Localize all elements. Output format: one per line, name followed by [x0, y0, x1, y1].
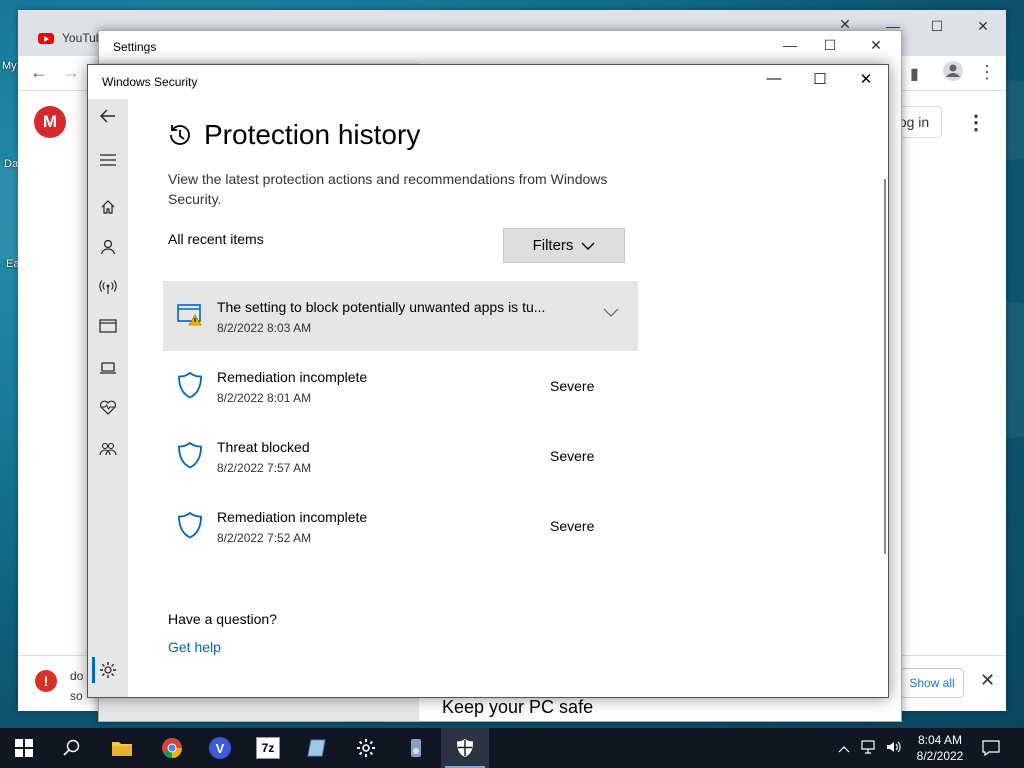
scrollbar[interactable] [884, 179, 886, 554]
history-item-time: 8/2/2022 7:52 AM [217, 531, 312, 545]
get-help-link[interactable]: Get help [168, 639, 221, 655]
chrome-icon[interactable] [148, 728, 196, 768]
network-icon[interactable] [860, 739, 876, 757]
history-item-title: The setting to block potentially unwante… [217, 299, 546, 315]
clock[interactable]: 8:04 AM 8/2/2022 [912, 732, 968, 764]
menu-icon[interactable] [88, 153, 128, 167]
minimize-button[interactable]: — [754, 70, 794, 87]
page-title-text: Protection history [204, 119, 421, 150]
account-icon[interactable] [88, 239, 128, 255]
history-item-title: Remediation incomplete [217, 509, 368, 525]
history-item[interactable]: Remediation incomplete 8/2/2022 7:52 AM … [163, 491, 638, 561]
history-item-time: 8/2/2022 7:57 AM [217, 461, 312, 475]
chevron-down-icon[interactable] [603, 305, 619, 323]
close-icon[interactable]: ✕ [980, 670, 995, 691]
windows-security-window: Windows Security — ☐ ✕ Protection histor… [87, 64, 889, 698]
youtube-icon [38, 32, 54, 44]
settings-gear-icon[interactable] [88, 661, 128, 679]
clock-time: 8:04 AM [917, 733, 963, 747]
close-button[interactable]: ✕ [861, 37, 891, 54]
shield-icon [177, 371, 203, 404]
help-question: Have a question? [168, 611, 277, 627]
history-item-time: 8/2/2022 8:03 AM [217, 321, 312, 335]
volume-icon[interactable] [886, 740, 902, 757]
7zip-label: 7z [256, 737, 280, 759]
shield-icon [177, 441, 203, 474]
device-security-icon[interactable] [88, 361, 128, 375]
window-title: Windows Security [102, 75, 198, 89]
windows-security-icon[interactable] [441, 728, 489, 768]
settings-icon[interactable] [342, 728, 390, 768]
error-icon: ! [35, 670, 57, 692]
notepad-icon[interactable] [294, 728, 342, 768]
taskbar: V 7z 8:04 AM 8/2/2022 [0, 728, 1024, 768]
menu-kebab-icon[interactable]: ⋮ [978, 62, 996, 83]
minimize-button[interactable]: — [775, 37, 805, 53]
security-sidebar [88, 99, 128, 697]
tab-title: YouTub [62, 31, 103, 45]
notifications-icon[interactable] [982, 728, 1000, 768]
app-browser-control-icon[interactable] [88, 319, 128, 333]
family-options-icon[interactable] [88, 441, 128, 457]
system-tray [838, 728, 902, 768]
security-titlebar: Windows Security — ☐ ✕ [88, 65, 888, 99]
file-explorer-icon[interactable] [98, 728, 146, 768]
vivaldi-letter: V [209, 737, 231, 759]
maximize-button[interactable]: ☐ [815, 37, 845, 54]
chevron-down-icon [581, 242, 595, 250]
severity-label: Severe [550, 378, 595, 394]
home-icon[interactable] [88, 199, 128, 215]
7zip-icon[interactable]: 7z [244, 728, 292, 768]
history-item[interactable]: Threat blocked 8/2/2022 7:57 AM Severe [163, 421, 638, 491]
page-title: Protection history [166, 119, 420, 151]
filters-label: Filters [532, 237, 574, 254]
close-button[interactable]: ✕ [968, 18, 998, 35]
mega-logo-icon[interactable]: M [34, 106, 66, 138]
vivaldi-icon[interactable]: V [196, 728, 244, 768]
filters-button[interactable]: Filters [503, 228, 625, 263]
history-item-time: 8/2/2022 8:01 AM [217, 391, 312, 405]
start-button[interactable] [0, 728, 48, 768]
shield-icon [177, 511, 203, 544]
profile-icon[interactable] [942, 60, 964, 87]
history-item[interactable]: Remediation incomplete 8/2/2022 8:01 AM … [163, 351, 638, 421]
desktop-icon-label[interactable]: My [2, 60, 17, 72]
download-item[interactable]: do so [70, 666, 83, 706]
back-icon[interactable]: ← [30, 62, 48, 83]
back-arrow-icon[interactable] [88, 107, 128, 125]
section-heading: Keep your PC safe [442, 697, 594, 717]
firewall-network-icon[interactable] [88, 279, 128, 295]
history-item-title: Remediation incomplete [217, 369, 368, 385]
forward-icon[interactable]: → [62, 62, 80, 83]
protection-history-page: Protection history View the latest prote… [128, 99, 888, 697]
search-icon[interactable] [48, 728, 96, 768]
maximize-button[interactable]: ☐ [800, 70, 840, 88]
window-title: Settings [113, 40, 157, 54]
page-description: View the latest protection actions and r… [168, 171, 608, 207]
download-status: so [70, 689, 83, 703]
section-label: All recent items [168, 231, 264, 247]
close-button[interactable]: ✕ [846, 70, 886, 88]
show-all-button[interactable]: Show all [900, 668, 964, 698]
device-health-icon[interactable] [88, 399, 128, 415]
side-panel-icon[interactable]: ▮ [910, 64, 919, 84]
clock-date: 8/2/2022 [916, 749, 964, 763]
severity-label: Severe [550, 448, 595, 464]
history-item-title: Threat blocked [217, 439, 310, 455]
maximize-button[interactable]: ☐ [922, 18, 952, 35]
download-name: do [70, 669, 84, 683]
settings-titlebar: Settings — ☐ ✕ [99, 31, 901, 63]
history-icon [170, 125, 190, 145]
media-player-icon[interactable] [392, 728, 440, 768]
history-item[interactable]: The setting to block potentially unwante… [163, 281, 638, 351]
warning-window-icon [177, 304, 203, 332]
severity-label: Severe [550, 518, 595, 534]
chevron-up-icon[interactable] [838, 741, 850, 756]
desktop-icon-label[interactable]: Da [4, 158, 18, 170]
page-menu-icon[interactable]: ⋮ [966, 110, 986, 135]
